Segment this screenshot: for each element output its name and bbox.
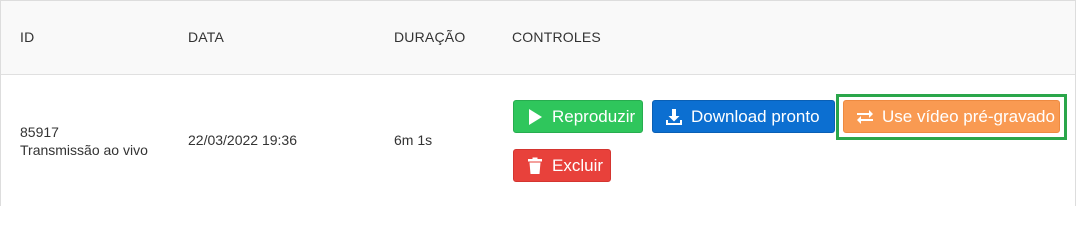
swap-arrows-icon: [856, 108, 874, 126]
table-row: 85917 Transmissão ao vivo 22/03/2022 19:…: [1, 75, 1075, 206]
header-duration: DURAÇÃO: [394, 29, 466, 45]
delete-button-label: Excluir: [552, 155, 604, 175]
row-type: Transmissão ao vivo: [20, 142, 148, 158]
row-date: 22/03/2022 19:36: [188, 132, 297, 148]
download-button[interactable]: Download pronto: [652, 100, 835, 133]
header-date: DATA: [188, 29, 225, 45]
play-button-label: Reproduzir: [552, 106, 636, 126]
row-id: 85917: [20, 124, 59, 140]
header-id: ID: [20, 29, 35, 45]
row-duration: 6m 1s: [394, 132, 433, 148]
id-cell: 85917 Transmissão ao vivo: [20, 123, 148, 159]
trash-icon: [526, 157, 544, 175]
delete-button[interactable]: Excluir: [513, 149, 611, 182]
download-icon: [665, 108, 683, 126]
use-prerecorded-button-label: Use vídeo pré-gravado: [882, 106, 1055, 126]
header-controls: CONTROLES: [512, 29, 601, 45]
play-button[interactable]: Reproduzir: [513, 100, 643, 133]
download-button-label: Download pronto: [691, 106, 820, 126]
table-header-row: ID DATA DURAÇÃO CONTROLES: [1, 1, 1075, 75]
use-prerecorded-button[interactable]: Use vídeo pré-gravado: [843, 100, 1060, 133]
play-icon: [526, 108, 544, 126]
transmissions-table: ID DATA DURAÇÃO CONTROLES 85917 Transmis…: [0, 0, 1076, 206]
